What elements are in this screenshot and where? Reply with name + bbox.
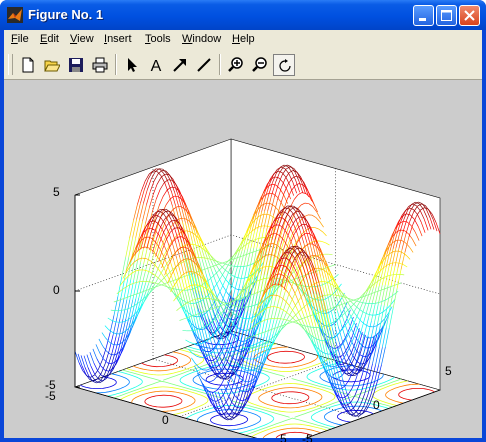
mesh-line [246,358,251,360]
insert-text-button[interactable]: A [145,54,167,76]
mesh-line [391,262,396,264]
toolbar-grip[interactable] [8,54,13,75]
maximize-icon [441,10,452,21]
new-file-icon [22,57,34,73]
open-folder-icon [44,60,60,72]
insert-line-button[interactable] [193,54,215,76]
mesh-line [118,309,123,312]
mesh-line [368,326,373,328]
y-tick-label: 0 [373,398,380,412]
title-bar[interactable]: Figure No. 1 [0,0,486,30]
window-title: Figure No. 1 [28,7,104,22]
close-button[interactable] [459,5,480,26]
menu-help[interactable]: Help [232,33,255,45]
mesh-line [328,253,333,256]
minimize-icon [419,18,426,21]
z-tick-label: 5 [53,185,60,199]
svg-text:A: A [151,58,162,73]
menu-file[interactable]: File [11,33,29,45]
printer-icon [92,57,108,73]
mesh-line [197,343,202,345]
window-client: File Edit View Insert Tools Window Help [4,30,482,442]
mesh-line [250,358,255,360]
menu-insert[interactable]: Insert [104,33,132,45]
mesh-line [158,168,163,170]
mesh-line [161,170,166,172]
figure-window: Figure No. 1 File Edit View Insert Tools… [0,0,486,442]
save-button[interactable] [65,54,87,76]
mesh-line [115,321,120,323]
mesh-line [119,321,124,323]
mesh-line [182,329,187,332]
arrow-pointer-icon [128,58,137,72]
y-tick-label: 5 [445,364,452,378]
mesh-line [290,205,295,207]
mesh-line [237,289,242,291]
menu-window[interactable]: Window [182,33,221,45]
mesh-line [193,343,198,345]
edit-plot-button[interactable] [121,54,143,76]
z-tick-label: 0 [53,283,60,297]
x-tick-label: -5 [45,389,56,403]
zoom-in-button[interactable] [225,54,247,76]
rotate-icon [279,59,291,72]
figure-toolbar: A [4,50,482,80]
mesh-line [260,225,265,227]
menu-edit[interactable]: Edit [40,33,59,45]
menu-tools[interactable]: Tools [145,33,171,45]
mesh-line [110,309,115,311]
new-figure-button[interactable] [17,54,39,76]
insert-arrow-button[interactable] [169,54,191,76]
mesh-line [355,415,360,417]
figure-canvas[interactable]: 5 0 -5 -5 0 5 -5 0 5 [4,80,482,442]
minimize-button[interactable] [413,5,434,26]
matlab-logo-icon [7,7,23,23]
mesh-line [400,274,405,276]
toolbar-separator [219,54,221,75]
mesh-line [293,207,298,209]
print-button[interactable] [89,54,111,76]
save-disk-icon [69,58,83,72]
maximize-button[interactable] [436,5,457,26]
zoom-out-icon [252,57,267,72]
menu-view[interactable]: View [70,33,94,45]
zoom-out-button[interactable] [249,54,271,76]
mesh-line [317,240,322,242]
mesh-line [358,413,363,415]
3d-surface-plot[interactable] [4,80,482,438]
mesh-line [142,257,147,259]
mesh-line [273,294,278,296]
mesh-line [189,271,194,273]
menu-bar: File Edit View Insert Tools Window Help [4,30,482,50]
x-tick-label: 0 [162,413,169,427]
rotate-3d-button[interactable] [273,54,295,76]
text-A-icon: A [151,58,162,73]
close-icon [464,10,475,21]
zoom-in-icon [228,57,243,72]
x-tick-label: 5 [280,432,287,442]
arrow-icon [173,59,186,72]
line-icon [197,58,211,72]
toolbar-separator [115,54,117,75]
y-tick-label: -5 [302,432,313,442]
open-button[interactable] [41,54,63,76]
